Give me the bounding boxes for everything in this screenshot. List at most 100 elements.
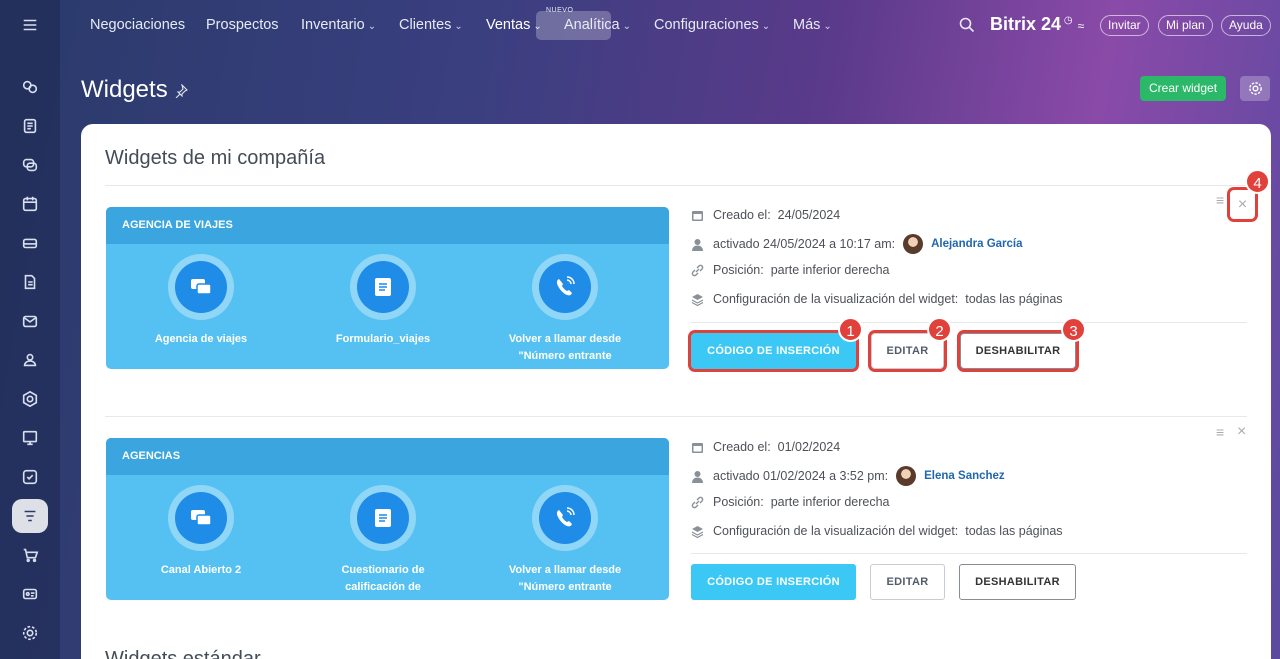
divider xyxy=(691,322,1247,323)
board-icon[interactable] xyxy=(12,421,48,455)
page-settings-button[interactable] xyxy=(1240,76,1270,101)
avatar xyxy=(903,234,924,254)
pin-icon[interactable] xyxy=(174,84,188,98)
cart-icon[interactable] xyxy=(12,538,48,572)
chevron-down-icon: ⌄ xyxy=(533,21,542,32)
standard-widgets-title: Widgets estándar xyxy=(105,648,261,659)
annotation-badge: 2 xyxy=(927,317,952,342)
phone-callback-icon xyxy=(556,507,575,527)
display-row: Configuración de la visualización del wi… xyxy=(691,524,1063,538)
user-link[interactable]: Elena Sanchez xyxy=(924,470,1005,482)
channel-item: Agencia de viajes xyxy=(111,254,291,348)
crm-filter-icon[interactable] xyxy=(12,499,48,533)
channel-item: Volver a llamar desde "Número entrante xyxy=(475,254,655,365)
nav-clientes[interactable]: Clientes ⌄ xyxy=(399,17,463,33)
close-icon[interactable]: × xyxy=(1230,190,1255,219)
tasks-icon[interactable] xyxy=(12,460,48,494)
layers-icon xyxy=(691,525,704,538)
top-navigation: NUEVO Negociaciones Prospectos Inventari… xyxy=(60,0,1280,52)
menu-icon[interactable] xyxy=(12,8,48,42)
avatar xyxy=(896,466,917,486)
annotation-badge: 4 xyxy=(1245,169,1270,194)
create-widget-button[interactable]: Crear widget xyxy=(1140,76,1227,101)
page-title: Widgets xyxy=(81,76,168,103)
display-row: Configuración de la visualización del wi… xyxy=(691,292,1063,306)
calendar-icon xyxy=(692,442,703,453)
drag-handle-icon[interactable]: ≡ xyxy=(1216,192,1224,208)
drive-icon[interactable] xyxy=(12,226,48,260)
layers-icon xyxy=(691,293,704,306)
brand-toggle-icon[interactable]: ≈ xyxy=(1078,19,1085,33)
widgets-panel: Widgets de mi compañía AGENCIA DE VIAJES… xyxy=(81,124,1271,659)
annotation-badge: 1 xyxy=(838,317,863,342)
invite-button[interactable]: Invitar xyxy=(1100,15,1149,36)
widget-preview-card[interactable]: AGENCIA DE VIAJES Agencia de viajes Form… xyxy=(106,207,669,369)
search-icon[interactable] xyxy=(959,17,975,33)
divider xyxy=(691,553,1247,554)
nav-negociaciones[interactable]: Negociaciones xyxy=(90,17,185,33)
disable-button[interactable]: DESHABILITAR xyxy=(959,564,1076,600)
link-icon xyxy=(691,496,704,508)
new-badge: NUEVO xyxy=(546,7,574,14)
chat-icon[interactable] xyxy=(12,148,48,182)
chat-bubbles-icon xyxy=(191,279,212,295)
link-icon xyxy=(691,264,704,276)
chevron-down-icon: ⌄ xyxy=(367,21,377,32)
insertion-code-button[interactable]: CÓDIGO DE INSERCIÓN xyxy=(691,564,856,600)
user-icon xyxy=(692,238,703,251)
divider xyxy=(105,185,1247,186)
channel-item: Volver a llamar desde "Número entrante xyxy=(475,485,655,596)
mail-icon[interactable] xyxy=(12,304,48,338)
close-icon[interactable]: × xyxy=(1237,423,1246,441)
chevron-down-icon: ⌄ xyxy=(454,21,463,32)
widget-name: AGENCIA DE VIAJES xyxy=(106,207,669,244)
chevron-down-icon: ⌄ xyxy=(761,21,771,32)
calendar-icon xyxy=(692,210,703,221)
created-row: Creado el: 24/05/2024 xyxy=(691,208,840,222)
sites-icon[interactable] xyxy=(12,382,48,416)
brand-logo: Bitrix 24 ◷ ≈ xyxy=(990,14,1085,34)
activated-row: activado 24/05/2024 a 10:17 am: Alejandr… xyxy=(691,234,1023,254)
calendar-icon[interactable] xyxy=(12,187,48,221)
nav-ventas[interactable]: Ventas ⌄ xyxy=(486,17,542,33)
user-link[interactable]: Alejandra García xyxy=(931,238,1022,250)
nav-prospectos[interactable]: Prospectos xyxy=(206,17,279,33)
my-plan-button[interactable]: Mi plan xyxy=(1158,15,1213,36)
widget-preview-card[interactable]: AGENCIAS Canal Abierto 2 Cuestionario de… xyxy=(106,438,669,600)
widget-name: AGENCIAS xyxy=(106,438,669,475)
annotation-badge: 3 xyxy=(1061,317,1086,342)
disable-button[interactable]: DESHABILITAR xyxy=(960,333,1076,369)
contacts-icon[interactable] xyxy=(12,343,48,377)
nav-configuraciones[interactable]: Configuraciones ⌄ xyxy=(654,17,770,33)
chevron-down-icon: ⌄ xyxy=(622,21,632,32)
chat-bubbles-icon xyxy=(191,510,212,526)
settings-icon[interactable] xyxy=(12,616,48,650)
form-icon xyxy=(375,509,391,527)
nav-inventario[interactable]: Inventario ⌄ xyxy=(301,17,376,33)
edit-button[interactable]: EDITAR xyxy=(870,564,945,600)
form-icon xyxy=(375,278,391,296)
position-row: Posición: parte inferior derecha xyxy=(691,263,890,277)
activated-row: activado 01/02/2024 a 3:52 pm: Elena San… xyxy=(691,466,1005,486)
channel-item: Canal Abierto 2 xyxy=(111,485,291,579)
channel-item: Formulario_viajes xyxy=(293,254,473,348)
channel-item: Cuestionario de calificación de xyxy=(293,485,473,596)
feed-icon[interactable] xyxy=(12,109,48,143)
divider xyxy=(105,416,1247,417)
nav-mas[interactable]: Más ⌄ xyxy=(793,17,832,33)
section-title: Widgets de mi compañía xyxy=(105,147,326,169)
id-card-icon[interactable] xyxy=(12,577,48,611)
left-sidebar xyxy=(0,0,60,659)
phone-callback-icon xyxy=(556,276,575,296)
user-icon xyxy=(692,470,703,483)
created-row: Creado el: 01/02/2024 xyxy=(691,440,840,454)
document-icon[interactable] xyxy=(12,265,48,299)
drag-handle-icon[interactable]: ≡ xyxy=(1216,424,1224,440)
insertion-code-button[interactable]: CÓDIGO DE INSERCIÓN xyxy=(691,333,856,369)
position-row: Posición: parte inferior derecha xyxy=(691,495,890,509)
help-button[interactable]: Ayuda xyxy=(1221,15,1271,36)
gear-icon xyxy=(1248,82,1262,95)
nav-analitica[interactable]: Analítica ⌄ xyxy=(564,17,631,33)
collab-icon[interactable] xyxy=(12,70,48,104)
chevron-down-icon: ⌄ xyxy=(823,21,832,32)
